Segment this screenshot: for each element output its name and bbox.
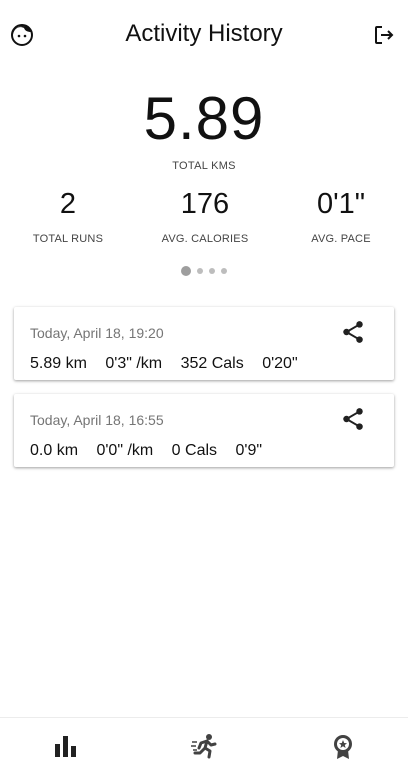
activity-duration: 0'9" xyxy=(235,442,263,459)
stat-label: AVG. PACE xyxy=(311,233,371,245)
app-header: Activity History xyxy=(0,0,408,70)
stat-avg-calories: 176 AVG. CALORIES xyxy=(140,188,270,245)
pager-dot[interactable] xyxy=(197,268,203,274)
stat-value: 0'1" xyxy=(316,188,366,220)
stat-value: 2 xyxy=(59,188,77,220)
activity-metrics: 5.89 km 0'3" /km 352 Cals 0'20" xyxy=(30,355,312,373)
pager-dot[interactable] xyxy=(221,268,227,274)
activity-date: Today, April 18, 16:55 xyxy=(30,412,164,428)
award-badge-icon[interactable] xyxy=(329,732,357,760)
page-title: Activity History xyxy=(125,20,283,47)
pager-dots[interactable] xyxy=(0,266,408,276)
activity-card[interactable]: Today, April 18, 19:20 5.89 km 0'3" /km … xyxy=(14,307,394,380)
stat-value: 176 xyxy=(180,188,230,220)
activity-calories: 352 Cals xyxy=(180,355,244,372)
stat-total-runs: 2 TOTAL RUNS xyxy=(3,188,133,245)
activity-distance: 0.0 km xyxy=(30,442,79,459)
activity-date: Today, April 18, 19:20 xyxy=(30,325,164,341)
running-man-icon[interactable] xyxy=(190,732,218,760)
pager-dot-active[interactable] xyxy=(181,266,191,276)
logout-icon[interactable] xyxy=(372,23,396,47)
stat-avg-pace: 0'1" AVG. PACE xyxy=(276,188,406,245)
activity-pace: 0'3" /km xyxy=(105,355,163,372)
app-screen: Activity History 5.89 TOTAL KMS 2 TOTAL … xyxy=(0,0,408,769)
share-icon[interactable] xyxy=(340,319,366,345)
share-icon[interactable] xyxy=(340,406,366,432)
activity-pace: 0'0" /km xyxy=(96,442,154,459)
total-kms-label: TOTAL KMS xyxy=(172,160,236,172)
stat-label: TOTAL RUNS xyxy=(32,233,104,245)
activity-card[interactable]: Today, April 18, 16:55 0.0 km 0'0" /km 0… xyxy=(14,394,394,467)
activity-distance: 5.89 km xyxy=(30,355,87,372)
stat-label: AVG. CALORIES xyxy=(161,233,249,245)
activity-calories: 0 Cals xyxy=(171,442,218,459)
bottom-nav xyxy=(0,717,408,769)
total-kms-value: 5.89 xyxy=(143,85,265,152)
activity-metrics: 0.0 km 0'0" /km 0 Cals 0'9" xyxy=(30,442,276,460)
bar-chart-icon[interactable] xyxy=(52,732,80,760)
pager-dot[interactable] xyxy=(209,268,215,274)
activity-duration: 0'20" xyxy=(262,355,298,372)
